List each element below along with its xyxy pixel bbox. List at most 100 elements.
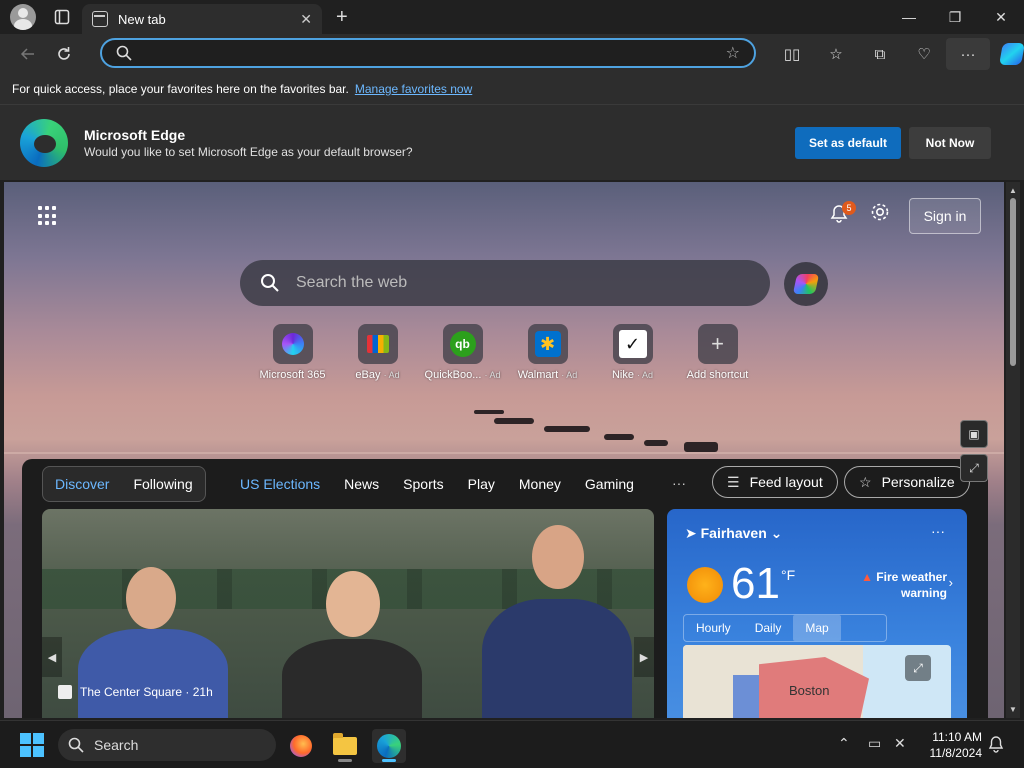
back-arrow-icon bbox=[20, 48, 34, 60]
favorites-icon[interactable]: ☆ bbox=[814, 38, 858, 70]
quick-link-microsoft-365[interactable]: Microsoft 365 bbox=[250, 324, 335, 381]
weather-more-button[interactable]: ··· bbox=[931, 523, 945, 539]
weather-alert[interactable]: ▲ Fire weather warning bbox=[851, 569, 947, 601]
clock-date: 11/8/2024 bbox=[929, 746, 983, 760]
copilot-search-button[interactable] bbox=[784, 262, 828, 306]
manage-favorites-link[interactable]: Manage favorites now bbox=[355, 82, 472, 96]
taskbar-edge[interactable] bbox=[372, 729, 406, 763]
news-source-label: The Center Square · 21h bbox=[80, 685, 213, 699]
new-tab-button[interactable]: + bbox=[336, 6, 348, 29]
clock-time: 11:10 AM bbox=[932, 730, 982, 744]
personalize-label: Personalize bbox=[881, 474, 955, 490]
collections-icon[interactable]: ⧉ bbox=[858, 38, 902, 70]
network-monitor-icon[interactable]: ▭ bbox=[868, 735, 881, 752]
tab-following[interactable]: Following bbox=[121, 476, 204, 492]
scroll-down-icon[interactable]: ▼ bbox=[1009, 705, 1017, 714]
taskbar-firefox[interactable] bbox=[284, 729, 318, 763]
tab-new-tab[interactable]: New tab ✕ bbox=[82, 4, 322, 34]
folder-icon bbox=[333, 733, 357, 755]
location-arrow-icon: ➤ bbox=[685, 525, 697, 541]
page-scrollbar[interactable]: ▲ ▼ bbox=[1006, 182, 1020, 718]
tab-actions-button[interactable] bbox=[48, 3, 76, 31]
add-favorite-icon[interactable]: ☆ bbox=[726, 43, 740, 63]
taskbar-file-explorer[interactable] bbox=[328, 729, 362, 763]
weather-card[interactable]: ➤ Fairhaven ⌄ ··· 61 °F ▲ Fire weather w… bbox=[667, 509, 967, 718]
news-image-face bbox=[326, 571, 380, 637]
tab-play[interactable]: Play bbox=[456, 476, 507, 492]
scrollbar-thumb[interactable] bbox=[1010, 198, 1016, 366]
refresh-button[interactable] bbox=[46, 38, 82, 70]
app-launcher-button[interactable] bbox=[38, 206, 58, 226]
ad-label: · Ad bbox=[561, 370, 578, 380]
quick-link-quickbooks[interactable]: qb QuickBoo... · Ad bbox=[420, 324, 505, 381]
edge-icon bbox=[377, 734, 401, 758]
walmart-spark-icon: ✱ bbox=[534, 331, 561, 357]
sign-in-button[interactable]: Sign in bbox=[909, 198, 981, 234]
copilot-icon bbox=[792, 274, 820, 294]
set-as-default-button[interactable]: Set as default bbox=[795, 127, 901, 159]
banner-title: Microsoft Edge bbox=[84, 127, 186, 143]
next-arrow-icon[interactable]: ▶ bbox=[634, 637, 654, 677]
scroll-up-icon[interactable]: ▲ bbox=[1009, 186, 1017, 195]
close-window-button[interactable]: ✕ bbox=[978, 0, 1024, 34]
feed-layout-button[interactable]: ☰ Feed layout bbox=[712, 466, 838, 498]
favorites-bar: For quick access, place your favorites h… bbox=[0, 74, 1024, 104]
plus-icon: + bbox=[711, 331, 724, 356]
quick-link-nike[interactable]: ✓ Nike · Ad bbox=[590, 324, 675, 381]
browser-essentials-icon[interactable]: ♡ bbox=[902, 38, 946, 70]
refresh-icon bbox=[58, 47, 70, 60]
close-tab-button[interactable]: ✕ bbox=[300, 11, 312, 28]
show-hidden-icons-chevron-icon[interactable]: ⌃ bbox=[838, 735, 850, 752]
tab-discover[interactable]: Discover bbox=[43, 476, 121, 492]
back-button[interactable] bbox=[10, 38, 46, 70]
restore-button[interactable]: ❐ bbox=[932, 0, 978, 34]
tab-gaming[interactable]: Gaming bbox=[573, 476, 646, 492]
tab-sports[interactable]: Sports bbox=[391, 476, 455, 492]
page-settings-button[interactable] bbox=[870, 202, 890, 228]
not-now-button[interactable]: Not Now bbox=[909, 127, 991, 159]
taskbar-clock[interactable]: 11:10 AM 11/8/2024 bbox=[918, 729, 983, 761]
expand-map-icon[interactable]: ⤢ bbox=[905, 655, 931, 681]
fullscreen-icon[interactable]: ⤢ bbox=[960, 454, 988, 482]
notification-badge: 5 bbox=[842, 201, 856, 215]
new-tab-page: 5 Sign in Microsoft 365 eBay · Ad qb Qui… bbox=[4, 182, 1004, 718]
address-bar[interactable]: ☆ bbox=[100, 38, 756, 68]
news-image-face bbox=[532, 525, 584, 589]
copilot-button[interactable] bbox=[990, 38, 1024, 70]
weather-map[interactable]: Boston ⤢ bbox=[683, 645, 951, 718]
more-categories-button[interactable]: ··· bbox=[672, 475, 686, 491]
tab-title: New tab bbox=[118, 11, 166, 27]
quick-link-ebay[interactable]: eBay · Ad bbox=[335, 324, 420, 381]
weather-location[interactable]: ➤ Fairhaven ⌄ bbox=[685, 525, 782, 542]
background-horizon bbox=[4, 452, 1004, 454]
tab-daily[interactable]: Daily bbox=[743, 615, 794, 641]
tab-map[interactable]: Map bbox=[793, 615, 841, 641]
weather-alert-label: Fire weather warning bbox=[876, 570, 947, 600]
web-search-box[interactable] bbox=[240, 260, 770, 306]
personalize-button[interactable]: ☆ Personalize bbox=[844, 466, 970, 498]
settings-more-button[interactable]: ··· bbox=[946, 38, 990, 70]
profile-avatar[interactable] bbox=[10, 4, 36, 30]
background-image-icon[interactable]: ▣ bbox=[960, 420, 988, 448]
previous-arrow-icon[interactable]: ◀ bbox=[42, 637, 62, 677]
start-button[interactable] bbox=[20, 733, 44, 757]
add-shortcut-button[interactable]: + Add shortcut bbox=[675, 324, 760, 381]
speaker-muted-icon[interactable]: ✕ bbox=[894, 735, 906, 752]
minimize-button[interactable]: — bbox=[886, 0, 932, 34]
news-card[interactable]: ◀ ▶ The Center Square · 21h bbox=[42, 509, 654, 718]
tab-money[interactable]: Money bbox=[507, 476, 573, 492]
taskbar-search[interactable]: Search bbox=[58, 729, 276, 761]
chevron-right-icon[interactable]: › bbox=[949, 575, 953, 590]
quick-link-walmart[interactable]: ✱ Walmart · Ad bbox=[505, 324, 590, 381]
feed-layout-label: Feed layout bbox=[749, 474, 823, 490]
tab-us-elections[interactable]: US Elections bbox=[228, 476, 332, 492]
tab-news[interactable]: News bbox=[332, 476, 391, 492]
split-screen-icon[interactable]: ▯▯ bbox=[770, 38, 814, 70]
web-search-input[interactable] bbox=[296, 274, 770, 292]
microsoft-365-icon bbox=[281, 333, 304, 355]
sliders-icon: ☰ bbox=[727, 473, 740, 490]
tab-hourly[interactable]: Hourly bbox=[684, 615, 743, 641]
background-rock bbox=[604, 434, 634, 440]
address-input[interactable] bbox=[142, 45, 726, 61]
notification-bell-icon[interactable] bbox=[988, 735, 1004, 756]
